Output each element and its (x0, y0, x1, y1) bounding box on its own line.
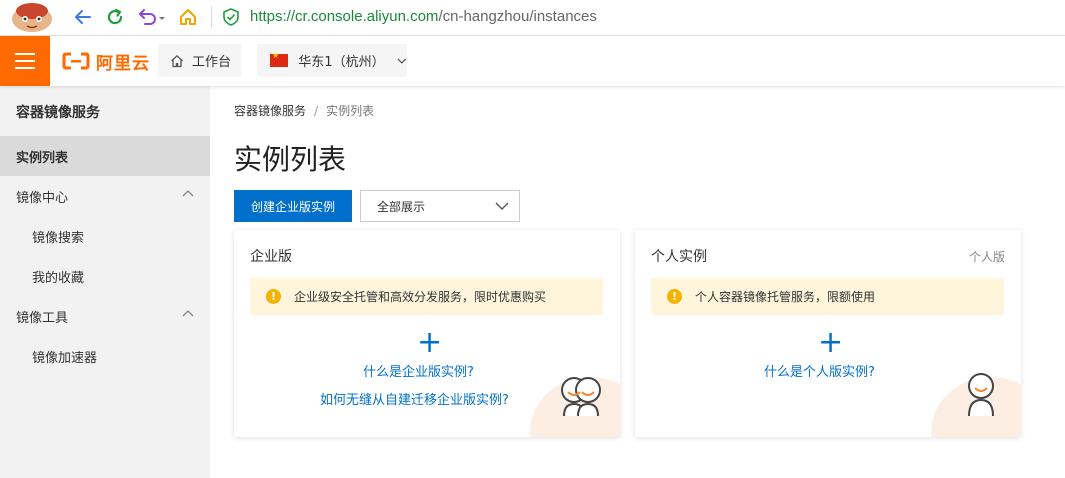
person-illustration-icon (968, 373, 994, 417)
team-illustration-icon (561, 377, 601, 417)
workbench-label: 工作台 (192, 55, 232, 70)
sidebar-item-label: 镜像工具 (16, 310, 69, 326)
menu-line-icon (15, 53, 35, 55)
toolbar-divider (211, 6, 212, 28)
china-flag-icon (270, 51, 289, 67)
sidebar-item-label: 实例列表 (16, 150, 69, 166)
filter-selected-value: 全部展示 (377, 199, 426, 214)
chevron-up-icon (182, 310, 194, 317)
sidebar-item-label: 镜像搜索 (32, 230, 85, 246)
card-title: 个人实例 (651, 249, 707, 265)
sidebar-item-instances[interactable]: 实例列表 (0, 136, 210, 176)
menu-line-icon (15, 67, 35, 69)
breadcrumb-current: 实例列表 (326, 104, 375, 118)
breadcrumb-root[interactable]: 容器镜像服务 (234, 104, 306, 118)
what-is-personal-link[interactable]: 什么是个人版实例? (764, 361, 875, 380)
promo-notice: ! 企业级安全托管和高效分发服务，限时优惠购买 (250, 278, 603, 315)
menu-button[interactable] (0, 36, 50, 86)
refresh-button[interactable] (104, 6, 126, 28)
notice-text: 个人容器镜像托管服务，限额使用 (695, 290, 876, 304)
sidebar-item-accelerator[interactable]: 镜像加速器 (0, 336, 210, 376)
sidebar: 容器镜像服务 实例列表 镜像中心 镜像搜索 我的收藏 镜像工具 镜像加速器 (0, 86, 210, 478)
chevron-up-icon (182, 190, 194, 197)
edition-tag: 个人版 (968, 250, 1005, 264)
sidebar-item-image-tools[interactable]: 镜像工具 (0, 296, 210, 336)
add-instance-icon[interactable]: + (818, 328, 843, 358)
chevron-down-icon (397, 58, 407, 64)
console-header: 阿里云 工作台 华东1（杭州） (0, 36, 1065, 86)
sidebar-title: 容器镜像服务 (16, 105, 100, 121)
create-enterprise-instance-button[interactable]: 创建企业版实例 (234, 190, 352, 222)
aliyun-logo[interactable]: 阿里云 (62, 49, 150, 74)
what-is-enterprise-link[interactable]: 什么是企业版实例? (363, 361, 474, 380)
url-scheme: https:// (250, 8, 296, 25)
undo-button[interactable] (136, 6, 168, 28)
undo-icon (139, 9, 165, 25)
promo-notice: ! 个人容器镜像托管服务，限额使用 (651, 278, 1004, 315)
sidebar-item-image-search[interactable]: 镜像搜索 (0, 216, 210, 256)
sidebar-item-label: 镜像中心 (16, 190, 69, 206)
back-button[interactable] (72, 6, 94, 28)
browser-logo-icon (12, 3, 52, 32)
sidebar-item-favorites[interactable]: 我的收藏 (0, 256, 210, 296)
refresh-icon (107, 8, 123, 25)
brand-name: 阿里云 (96, 53, 150, 74)
chevron-down-icon (495, 202, 509, 210)
breadcrumb: 容器镜像服务 / 实例列表 (234, 102, 374, 119)
menu-line-icon (15, 60, 35, 62)
sidebar-item-image-center[interactable]: 镜像中心 (0, 176, 210, 216)
region-selector[interactable]: 华东1（杭州） (257, 44, 407, 77)
instance-filter-select[interactable]: 全部展示 (360, 190, 520, 222)
browser-toolbar: https://cr.console.aliyun.com/cn-hangzho… (0, 0, 1065, 36)
enterprise-edition-card: 企业版 ! 企业级安全托管和高效分发服务，限时优惠购买 + 什么是企业版实例? … (234, 230, 620, 437)
add-instance-icon[interactable]: + (417, 328, 442, 358)
url-host: cr.console.aliyun.com (295, 8, 439, 25)
migrate-enterprise-link[interactable]: 如何无缝从自建迁移企业版实例? (320, 389, 509, 408)
aliyun-logo-icon (62, 52, 90, 70)
sidebar-item-label: 镜像加速器 (32, 350, 98, 366)
back-arrow-icon (75, 10, 91, 24)
home-icon (180, 9, 196, 25)
personal-edition-card: 个人实例 个人版 ! 个人容器镜像托管服务，限额使用 + 什么是个人版实例? (635, 230, 1021, 437)
shield-icon (223, 8, 239, 26)
region-label: 华东1（杭州） (298, 55, 385, 70)
breadcrumb-separator: / (314, 104, 319, 118)
sidebar-item-label: 我的收藏 (32, 270, 85, 286)
page-title: 实例列表 (234, 143, 347, 176)
warning-icon: ! (667, 289, 682, 304)
card-title: 企业版 (250, 249, 292, 265)
workbench-button[interactable]: 工作台 (158, 44, 241, 77)
warning-icon: ! (266, 289, 281, 304)
home-button[interactable] (177, 6, 199, 28)
notice-text: 企业级安全托管和高效分发服务，限时优惠购买 (294, 290, 547, 304)
url-path: /cn-hangzhou/instances (438, 8, 597, 25)
address-bar[interactable]: https://cr.console.aliyun.com/cn-hangzho… (250, 8, 597, 25)
home-icon (171, 54, 183, 67)
